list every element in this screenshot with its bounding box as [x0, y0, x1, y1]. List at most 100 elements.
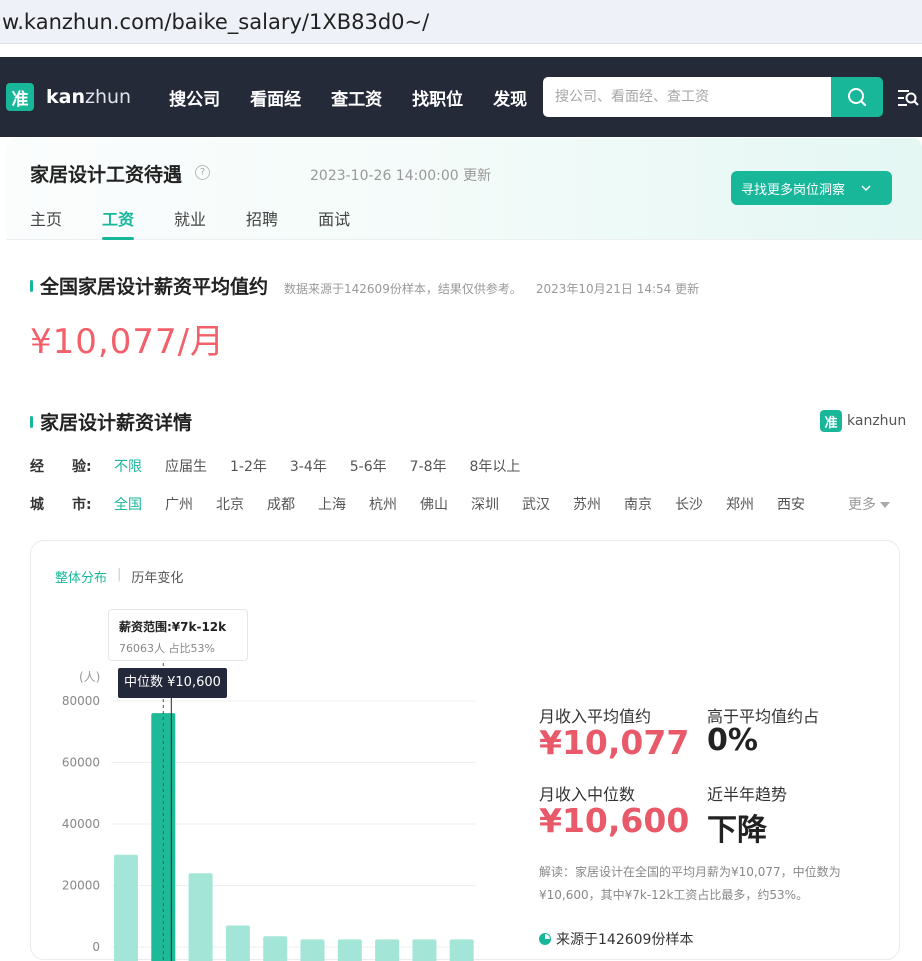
stat-above-value: 0% [707, 723, 758, 758]
nav-menu: 搜公司 看面经 查工资 找职位 发现 [169, 85, 557, 110]
update-time: 2023-10-26 14:00:00 更新 [310, 168, 492, 184]
city-option[interactable]: 佛山 [420, 494, 448, 514]
source-text: 来源于142609份样本 [556, 932, 694, 948]
detail-section-title: 家居设计薪资详情 [40, 412, 193, 434]
y-tick-label: 20000 [62, 879, 100, 893]
avg-section-note: 数据来源于142609份样本，结果仅供参考。 [284, 282, 522, 296]
salary-bar[interactable] [337, 939, 362, 961]
city-option[interactable]: 上海 [318, 494, 346, 514]
page-tabs: 主页 工资 就业 招聘 面试 [30, 206, 390, 240]
salary-bar[interactable] [412, 939, 437, 961]
city-option[interactable]: 全国 [114, 494, 142, 514]
pie-chart-icon [539, 933, 551, 945]
insight-dropdown-button[interactable]: 寻找更多岗位洞察 [731, 171, 892, 205]
nav-item-salary[interactable]: 查工资 [331, 85, 382, 110]
search-icon [848, 88, 866, 106]
nav-item-discover[interactable]: 发现 [493, 85, 527, 110]
y-tick-label: 80000 [62, 694, 100, 708]
city-option[interactable]: 杭州 [369, 494, 397, 514]
stat-avg-value: ¥10,077 [539, 723, 690, 762]
experience-filter: 经 验: 不限 应届生 1-2年 3-4年 5-6年 7-8年 8年以上 [30, 456, 543, 476]
page-title: 家居设计工资待遇 [30, 164, 183, 186]
stat-median-value: ¥10,600 [539, 801, 690, 840]
city-option[interactable]: 长沙 [675, 494, 703, 514]
section-marker [30, 280, 33, 292]
help-icon[interactable]: ? [195, 165, 210, 180]
tab-salary[interactable]: 工资 [102, 206, 135, 240]
city-label: 城 市: [30, 497, 92, 513]
logo-text-light: zhun [84, 86, 132, 108]
section-marker [30, 416, 33, 428]
kanzhun-logo[interactable]: 准 kanzhun [6, 83, 131, 111]
page-header: 家居设计工资待遇 ? 2023-10-26 14:00:00 更新 寻找更多岗位… [6, 138, 922, 240]
menu-search-icon[interactable] [897, 88, 919, 108]
salary-distribution-card: 整体分布 | 历年变化 (人) 80000 60000 40000 20000 0 薪资范… [30, 540, 900, 961]
stat-trend-value: 下降 [707, 813, 767, 848]
chart-tooltip: 薪资范围:¥7k-12k 76063人 占比53% [108, 609, 248, 661]
tab-home[interactable]: 主页 [30, 206, 62, 240]
experience-option[interactable]: 8年以上 [470, 456, 521, 476]
salary-bar[interactable] [188, 873, 213, 961]
city-option[interactable]: 武汉 [522, 494, 550, 514]
search-box [543, 77, 883, 117]
more-cities-button[interactable]: 更多 [848, 494, 891, 514]
experience-option[interactable]: 应届生 [165, 456, 207, 476]
experience-option[interactable]: 不限 [114, 456, 142, 476]
search-input[interactable] [543, 77, 831, 117]
nav-item-interview[interactable]: 看面经 [250, 85, 301, 110]
logo-text: kanzhun [46, 86, 131, 108]
salary-bar[interactable] [375, 939, 400, 961]
tab-interview[interactable]: 面试 [318, 206, 350, 240]
address-bar[interactable]: w.kanzhun.com/baike_salary/1XB83d0~/ [0, 0, 922, 44]
city-option[interactable]: 成都 [267, 494, 295, 514]
nav-item-company[interactable]: 搜公司 [169, 85, 220, 110]
salary-bar[interactable] [114, 854, 138, 961]
average-salary-value: ¥10,077/月 [30, 322, 226, 362]
salary-bar[interactable] [263, 936, 288, 961]
tooltip-detail: 76063人 占比53% [119, 642, 215, 655]
search-button[interactable] [831, 77, 883, 117]
salary-bar[interactable] [225, 925, 250, 961]
more-label: 更多 [848, 497, 876, 513]
city-option[interactable]: 深圳 [471, 494, 499, 514]
city-option[interactable]: 郑州 [726, 494, 754, 514]
logo-text-bold: kan [46, 86, 85, 108]
tooltip-range: 薪资范围:¥7k-12k [119, 620, 227, 634]
city-option[interactable]: 南京 [624, 494, 652, 514]
median-tag: 中位数 ¥10,600 [118, 668, 227, 698]
city-option[interactable]: 北京 [216, 494, 244, 514]
experience-option[interactable]: 1-2年 [230, 456, 267, 476]
salary-bar[interactable] [449, 939, 474, 961]
sample-source: 来源于142609份样本 [539, 929, 693, 949]
experience-option[interactable]: 7-8年 [410, 456, 447, 476]
nav-item-jobs[interactable]: 找职位 [412, 85, 463, 110]
caret-down-icon [880, 502, 891, 508]
explanation-text: 解读：家居设计在全国的平均月薪为¥10,077，中位数为¥10,600，其中¥7… [539, 865, 841, 902]
experience-label: 经 验: [30, 459, 92, 475]
avg-section-header: 全国家居设计薪资平均值约 数据来源于142609份样本，结果仅供参考。 2023… [40, 272, 699, 299]
brand-text: kanzhun [847, 413, 907, 429]
city-option[interactable]: 苏州 [573, 494, 601, 514]
avg-section-time: 2023年10月21日 14:54 更新 [535, 282, 700, 296]
top-navigation: 准 kanzhun 搜公司 看面经 查工资 找职位 发现 [0, 57, 922, 137]
salary-bar-chart: (人) 80000 60000 40000 20000 0 [62, 621, 476, 961]
insight-button-label: 寻找更多岗位洞察 [741, 182, 846, 198]
salary-bar[interactable] [300, 939, 325, 961]
city-option[interactable]: 西安 [777, 494, 805, 514]
tab-employment[interactable]: 就业 [174, 206, 206, 240]
avg-section-title: 全国家居设计薪资平均值约 [40, 276, 269, 298]
logo-mark-icon: 准 [6, 83, 34, 111]
logo-mark-icon: 准 [820, 410, 842, 432]
y-tick-label: 60000 [62, 756, 100, 770]
experience-option[interactable]: 5-6年 [350, 456, 387, 476]
y-axis-unit: (人) [79, 670, 100, 684]
detail-section-header: 家居设计薪资详情 [40, 408, 192, 435]
y-tick-label: 40000 [62, 817, 100, 831]
city-option[interactable]: 广州 [165, 494, 193, 514]
city-filter: 城 市: 全国 广州 北京 成都 上海 杭州 佛山 深圳 武汉 苏州 南京 长沙… [30, 494, 828, 514]
brand-badge: 准 kanzhun [820, 410, 906, 432]
tab-recruit[interactable]: 招聘 [246, 206, 278, 240]
experience-option[interactable]: 3-4年 [290, 456, 327, 476]
stat-trend-label: 近半年趋势 [707, 785, 788, 804]
y-tick-label: 0 [92, 940, 100, 954]
